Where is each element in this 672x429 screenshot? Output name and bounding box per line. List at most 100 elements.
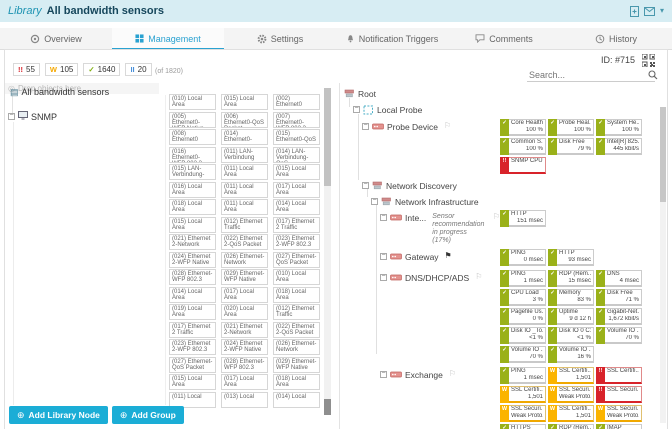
sensor-imap[interactable]: ✓IMAP11 msec bbox=[596, 424, 642, 429]
channel-box[interactable]: (015) Local Area bbox=[169, 216, 216, 233]
tab-notification-triggers[interactable]: Notification Triggers bbox=[336, 28, 448, 49]
channel-box[interactable]: (024) Ethernet 2-WFP Native bbox=[169, 251, 216, 268]
channel-box[interactable]: (014) Local Area bbox=[169, 286, 216, 303]
channel-box[interactable]: (017) Ethernet 2 Traffic bbox=[169, 321, 216, 338]
collapse-toggle-icon[interactable]: − bbox=[380, 370, 387, 378]
channel-box[interactable]: (011) LAN-Verbindung bbox=[221, 146, 268, 163]
channel-box[interactable]: (013) Local bbox=[221, 391, 268, 408]
sensor-core-health[interactable]: ✓ Core Health 100 % bbox=[500, 119, 546, 136]
tree-node-label[interactable]: Local Probe bbox=[377, 105, 422, 115]
sensor-rdp-rem[interactable]: ✓RDP (Rem...15 msec bbox=[548, 424, 594, 429]
priority-flag-icon[interactable]: ⚐ bbox=[444, 122, 451, 130]
tree-node-label[interactable]: Inte... bbox=[405, 213, 426, 223]
channel-box[interactable]: (005) Ethernet0-WFP Native bbox=[169, 111, 216, 128]
sensor-ssl-certifi[interactable]: W SSL Certifi... 1,501 bbox=[548, 367, 594, 384]
sensor-https[interactable]: ✓HTTPS94 msec bbox=[500, 424, 546, 429]
channel-box[interactable]: (002) Ethernet0 Traffic bbox=[273, 94, 320, 110]
channel-box[interactable]: (021) Ethernet 2-Network bbox=[169, 234, 216, 250]
sensor-ssl-securi[interactable]: WSSL Securi...Weak Proto... bbox=[548, 386, 594, 403]
sensor-ssl-securi[interactable]: WSSL Securi...Weak Proto... bbox=[500, 405, 546, 422]
channel-box[interactable]: (027) Ethernet-QoS Packet bbox=[169, 356, 216, 373]
status-count-ok[interactable]: ✓ 1640 bbox=[83, 63, 121, 76]
sensor-volume-io[interactable]: ✓ Volume IO ... 16 % bbox=[548, 346, 594, 363]
sensor-ping[interactable]: ✓ PING 0 msec bbox=[500, 249, 546, 266]
channel-box[interactable]: (014) LAN-Verbindung-QoS bbox=[273, 146, 320, 163]
channel-box[interactable]: (018) Local Area bbox=[273, 374, 320, 390]
sensor-memory[interactable]: ✓ Memory 83 % bbox=[548, 289, 594, 306]
add-library-node-button[interactable]: ⊕ Add Library Node bbox=[9, 406, 108, 424]
channel-box[interactable]: (018) Local Area bbox=[169, 199, 216, 215]
channel-box[interactable]: (019) Local Area bbox=[169, 304, 216, 320]
channel-box[interactable]: (021) Ethernet 2-Network bbox=[221, 321, 268, 338]
channel-box[interactable]: (028) Ethernet-WFP 802.3 bbox=[169, 269, 216, 285]
collapse-toggle-icon[interactable]: − bbox=[371, 197, 378, 205]
priority-flag-icon[interactable]: ⚐ bbox=[475, 273, 482, 281]
channel-box[interactable]: (015) Ethernet0-QoS Packet bbox=[273, 129, 320, 145]
collapse-toggle-icon[interactable]: − bbox=[8, 112, 15, 120]
library-root-node[interactable]: ▤ All bandwidth sensors bbox=[10, 87, 109, 97]
channel-box[interactable]: (017) Local Area bbox=[221, 286, 268, 303]
collapse-toggle-icon[interactable]: − bbox=[353, 105, 360, 113]
collapse-toggle-icon[interactable]: − bbox=[362, 181, 369, 189]
channel-box[interactable]: (014) Local bbox=[273, 391, 320, 408]
channel-box[interactable]: (017) Ethernet 2 Traffic bbox=[273, 216, 320, 233]
create-report-icon[interactable] bbox=[629, 5, 639, 17]
tab-comments[interactable]: Comments bbox=[448, 28, 560, 49]
sensor-volume-io[interactable]: ✓ Volume IO ... 70 % bbox=[596, 327, 642, 344]
channel-box[interactable]: (022) Ethernet 2-QoS Packet bbox=[273, 321, 320, 338]
sensor-ssl-certifi[interactable]: W SSL Certifi... 1,501 bbox=[548, 405, 594, 422]
channel-box[interactable]: (010) Local Area bbox=[169, 94, 216, 110]
sensor-ping[interactable]: ✓ PING 1 msec bbox=[500, 367, 546, 384]
sensor-disk-io-to[interactable]: ✓Disk IO _To...<1 % bbox=[500, 327, 546, 344]
channel-box[interactable]: (023) Ethernet 2-WFP 802.3 bbox=[169, 339, 216, 355]
channel-box[interactable]: (026) Ethernet-Network bbox=[221, 251, 268, 268]
sensor-uptime[interactable]: ✓ Uptime 9 d 12 h bbox=[548, 308, 594, 325]
tree-node-label[interactable]: Network Infrastructure bbox=[395, 197, 479, 207]
channel-box[interactable]: (018) Local Area bbox=[273, 286, 320, 303]
sensor-rdp-rem[interactable]: ✓RDP (Rem...15 msec bbox=[548, 270, 594, 287]
chevron-down-icon[interactable]: ▾ bbox=[660, 6, 664, 16]
channel-box[interactable]: (020) Local Area bbox=[221, 304, 268, 320]
channel-box[interactable]: (011) Local Area bbox=[221, 181, 268, 198]
channel-box[interactable]: (007) Ethernet0-WFP 802.3 bbox=[273, 111, 320, 128]
priority-flag-icon[interactable]: ⚐ bbox=[449, 370, 456, 378]
collapse-toggle-icon[interactable]: − bbox=[380, 252, 387, 260]
tree-node-label[interactable]: Gateway bbox=[405, 252, 439, 262]
tree-node-label[interactable]: Probe Device bbox=[387, 122, 438, 132]
scrollbar-thumb[interactable] bbox=[324, 88, 331, 186]
sensor-disk-io-0-c[interactable]: ✓ Disk IO 0 C: <1 % bbox=[548, 327, 594, 344]
channel-box[interactable]: (022) Ethernet 2-QoS Packet bbox=[221, 234, 268, 250]
sensor-http[interactable]: ✓ HTTP 151 msec bbox=[500, 210, 546, 227]
collapse-toggle-icon[interactable]: − bbox=[380, 273, 387, 281]
tree-node-label[interactable]: DNS/DHCP/ADS bbox=[405, 273, 469, 283]
status-count-paused[interactable]: II 20 bbox=[125, 63, 152, 76]
channel-box[interactable]: (010) Local Area bbox=[273, 269, 320, 285]
left-scrollbar[interactable] bbox=[324, 88, 331, 415]
channel-box[interactable]: (016) Ethernet0-WFP 802.3 bbox=[169, 146, 216, 163]
channel-box[interactable]: (011) Local Area bbox=[221, 199, 268, 215]
sensor-ping[interactable]: ✓ PING 1 msec bbox=[500, 270, 546, 287]
scrollbar-thumb[interactable] bbox=[324, 399, 331, 415]
channel-box[interactable]: (015) Local Area bbox=[169, 374, 216, 390]
channel-box[interactable]: (023) Ethernet 2-WFP 802.3 bbox=[273, 234, 320, 250]
sensor-http[interactable]: ✓ HTTP 93 msec bbox=[548, 249, 594, 266]
tab-history[interactable]: History bbox=[560, 28, 672, 49]
status-count-error[interactable]: !! 55 bbox=[13, 63, 40, 76]
tab-overview[interactable]: Overview bbox=[0, 28, 112, 49]
sensor-common-s[interactable]: ✓ Common S... 100 % bbox=[500, 138, 546, 155]
sensor-ssl-securi[interactable]: WSSL Securi...Weak Proto... bbox=[596, 405, 642, 422]
collapse-toggle-icon[interactable]: − bbox=[380, 213, 387, 221]
channel-box[interactable]: (028) Ethernet-WFP 802.3 bbox=[221, 356, 268, 373]
status-count-warning[interactable]: W 105 bbox=[44, 63, 79, 76]
sensor-disk-free[interactable]: ✓ Disk Free 71 % bbox=[596, 289, 642, 306]
channel-box[interactable]: (012) Ethernet Traffic bbox=[221, 216, 268, 233]
channel-box[interactable]: (015) LAN-Verbindung- bbox=[169, 164, 216, 180]
channel-box[interactable]: (011) Local Area bbox=[221, 164, 268, 180]
qr-code-icon[interactable] bbox=[641, 53, 656, 68]
search-icon[interactable] bbox=[648, 70, 658, 80]
channel-box[interactable]: (017) Local Area bbox=[221, 374, 268, 390]
sensor-cpu-load[interactable]: ✓ CPU Load 3 % bbox=[500, 289, 546, 306]
channel-box[interactable]: (027) Ethernet-QoS Packet bbox=[273, 251, 320, 268]
email-icon[interactable] bbox=[643, 6, 655, 16]
tab-management[interactable]: Management bbox=[112, 28, 224, 50]
